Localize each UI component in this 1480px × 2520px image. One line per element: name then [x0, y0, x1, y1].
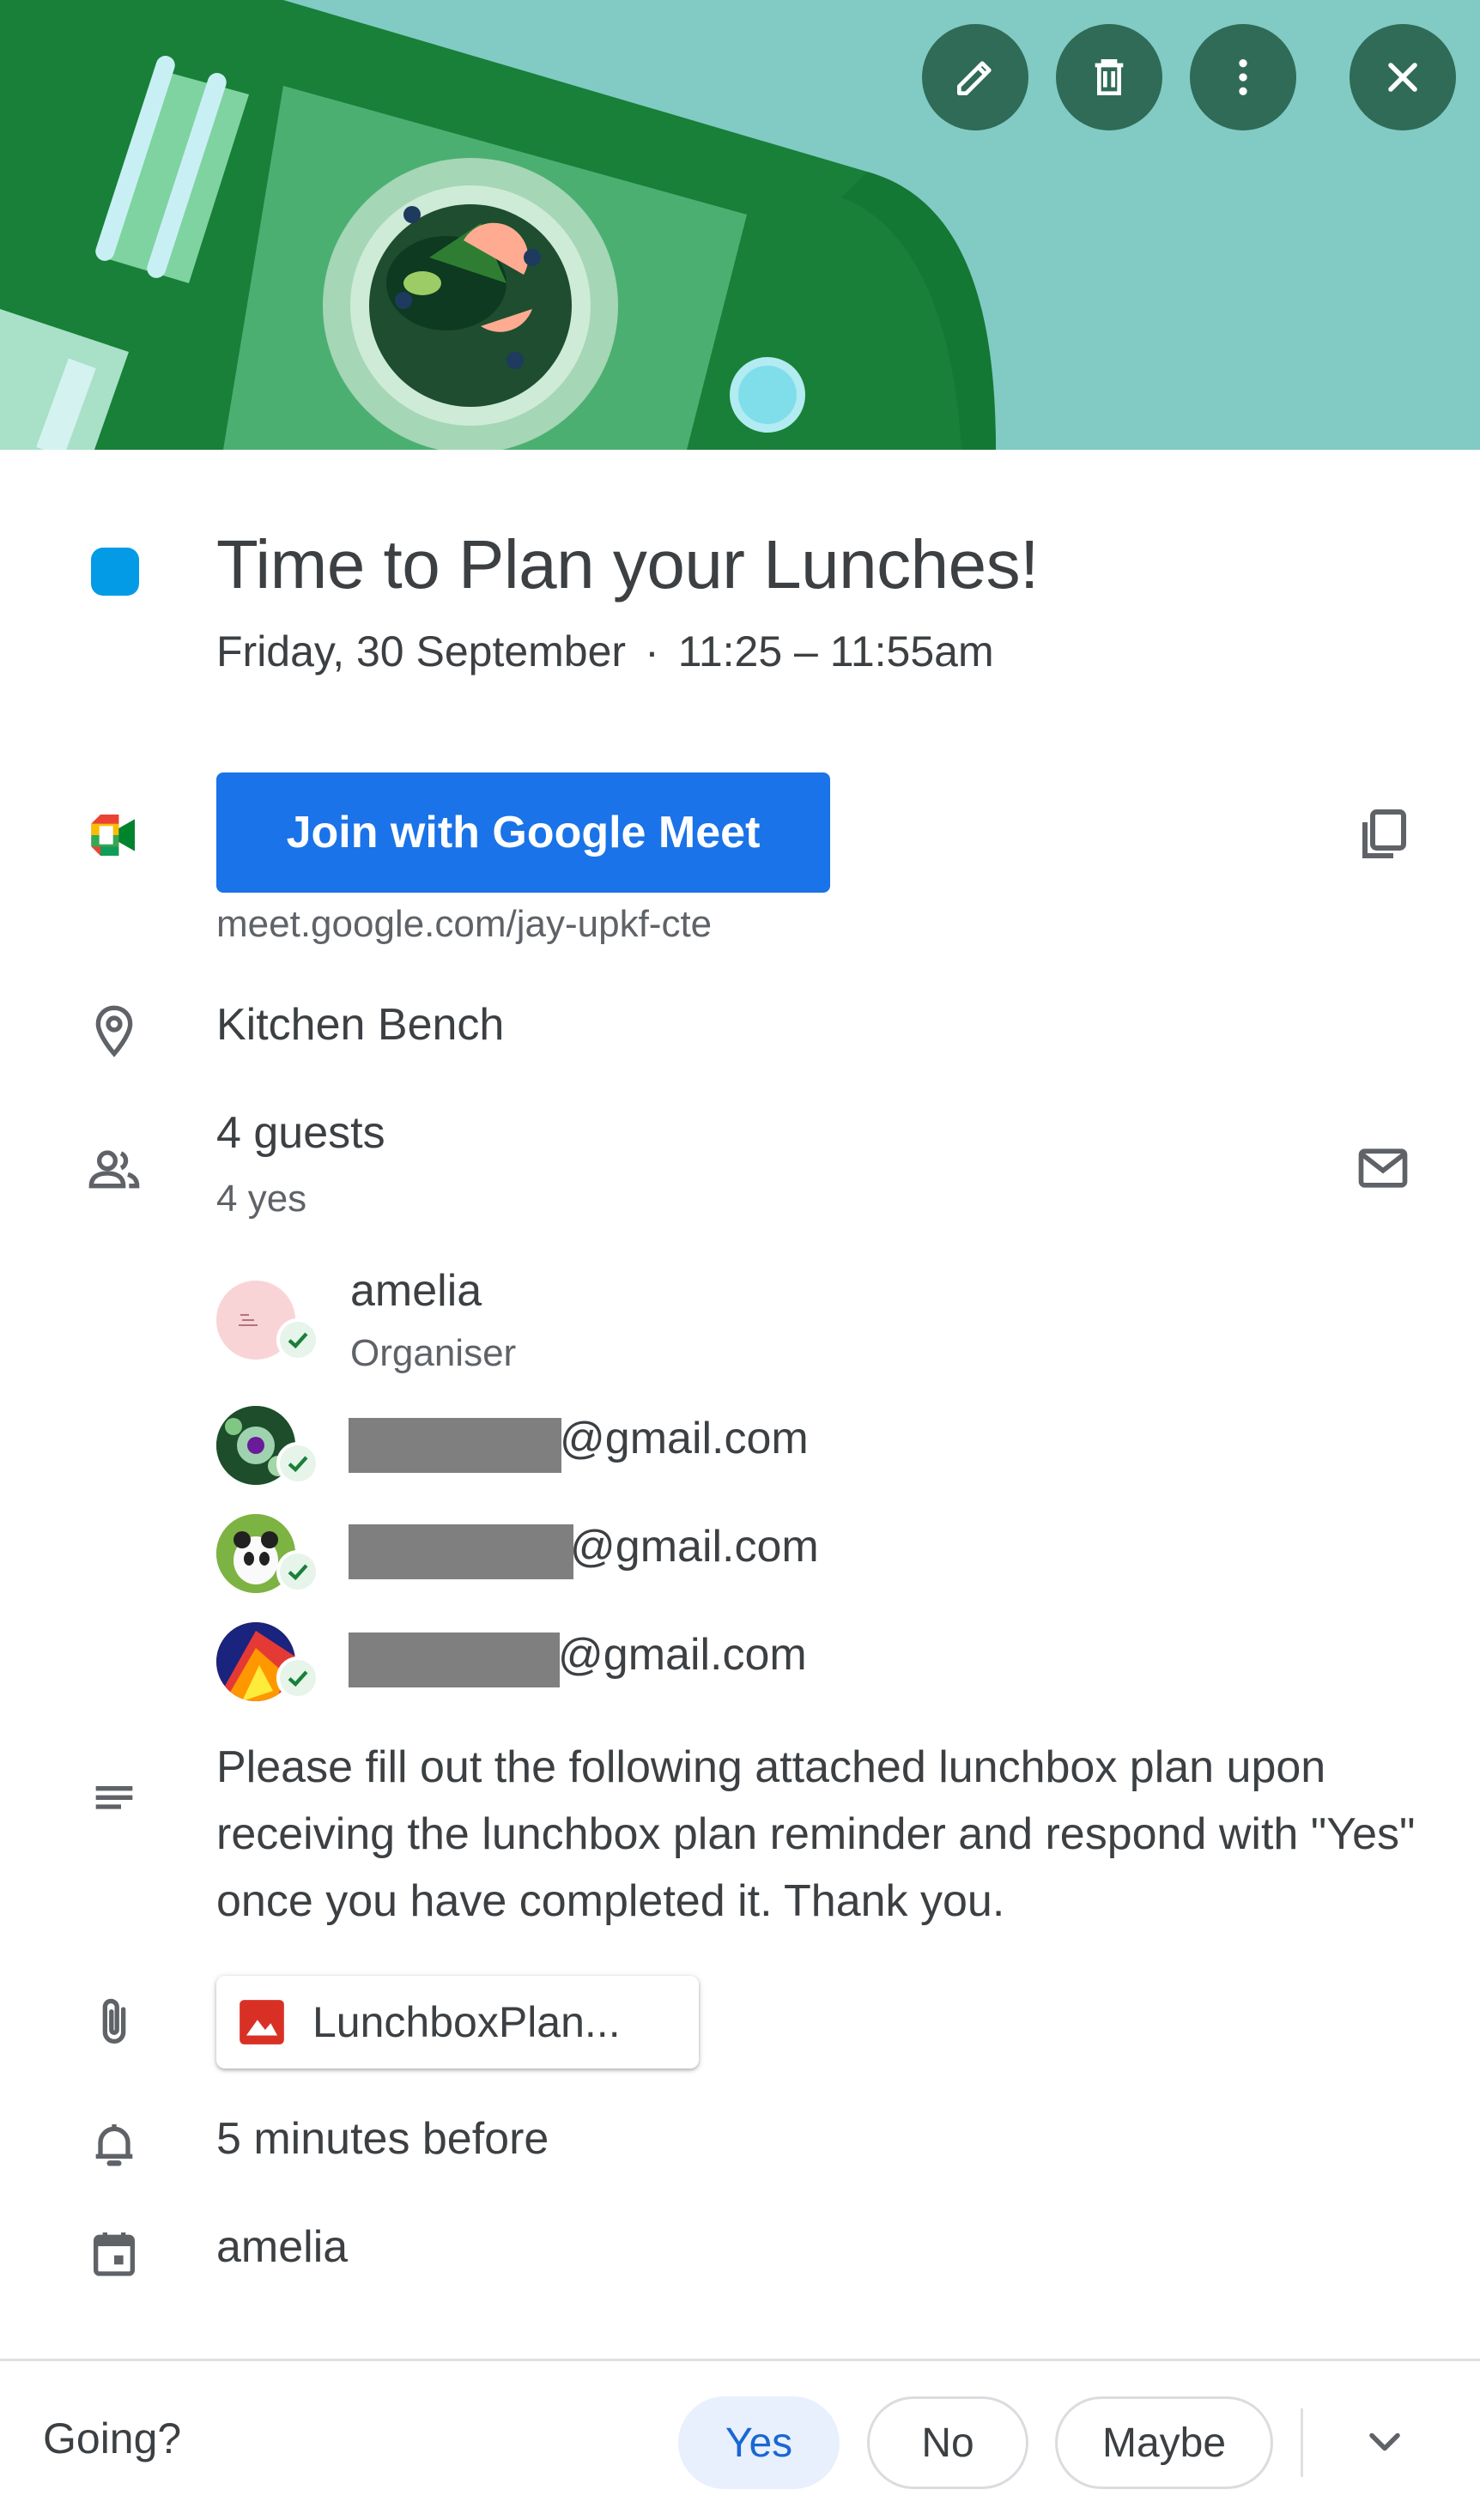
rsvp-maybe-button[interactable]: Maybe: [1055, 2396, 1273, 2489]
calendar-owner: amelia: [216, 2222, 349, 2272]
copy-meet-link-button[interactable]: [1344, 797, 1422, 874]
redacted-email: [349, 1633, 560, 1687]
people-icon: [76, 1131, 153, 1209]
bell-icon: [76, 2106, 153, 2184]
rsvp-options-button[interactable]: [1346, 2403, 1423, 2481]
edit-button[interactable]: [922, 24, 1028, 130]
rsvp-separator: [1301, 2408, 1303, 2477]
guests-count: 4 guests: [216, 1108, 385, 1158]
mail-icon: [1358, 1148, 1408, 1188]
close-button[interactable]: [1350, 24, 1456, 130]
attachment-icon: [76, 1984, 153, 2062]
trash-icon: [1095, 59, 1124, 95]
image-file-icon: [240, 2000, 284, 2044]
accepted-check-icon: [276, 1657, 319, 1699]
event-date: Friday, 30 September: [216, 627, 627, 675]
rsvp-question: Going?: [43, 2414, 182, 2462]
delete-button[interactable]: [1056, 24, 1162, 130]
header-illustration: [0, 0, 1480, 450]
close-icon: [1388, 63, 1417, 92]
attachment-chip[interactable]: LunchboxPlan...: [216, 1976, 699, 2069]
event-description: Please fill out the following attached l…: [216, 1742, 1416, 1926]
guest-role: Organiser: [350, 1332, 517, 1374]
guest-name: amelia: [350, 1266, 482, 1316]
description-icon: [76, 1761, 153, 1839]
event-title: Time to Plan your Lunches!: [216, 526, 1039, 603]
event-location: Kitchen Bench: [216, 1000, 505, 1050]
event-datetime: Friday, 30 September · 11:25 – 11:55am: [216, 627, 994, 676]
email-guests-button[interactable]: [1344, 1130, 1422, 1207]
more-vert-icon: [1239, 59, 1247, 95]
redacted-email: [349, 1418, 561, 1473]
pencil-icon: [957, 61, 992, 95]
calendar-icon: [76, 2214, 153, 2292]
footer-divider: [0, 2359, 1480, 2361]
guest-email: @gmail.com: [558, 1630, 807, 1680]
join-meet-button[interactable]: Join with Google Meet: [216, 772, 830, 893]
rsvp-no-button[interactable]: No: [867, 2396, 1028, 2489]
copy-icon: [1362, 809, 1406, 858]
guests-yes-count: 4 yes: [216, 1178, 307, 1220]
accepted-check-icon: [276, 1442, 319, 1485]
datetime-separator: ·: [645, 627, 659, 675]
accepted-check-icon: [276, 1318, 319, 1361]
location-pin-icon: [76, 992, 153, 1069]
meet-link[interactable]: meet.google.com/jay-upkf-cte: [216, 903, 712, 946]
event-color-swatch: [91, 548, 139, 596]
accepted-check-icon: [276, 1550, 319, 1593]
rsvp-yes-button[interactable]: Yes: [678, 2396, 840, 2489]
chevron-down-icon: [1369, 2432, 1400, 2451]
guest-email: @gmail.com: [560, 1414, 809, 1463]
guest-email: @gmail.com: [570, 1522, 819, 1572]
options-button[interactable]: [1190, 24, 1296, 130]
google-meet-icon: [76, 797, 153, 874]
reminder-text: 5 minutes before: [216, 2114, 549, 2164]
redacted-email: [349, 1524, 573, 1579]
event-time: 11:25 – 11:55am: [677, 627, 994, 675]
attachment-name: LunchboxPlan...: [312, 1998, 621, 2046]
